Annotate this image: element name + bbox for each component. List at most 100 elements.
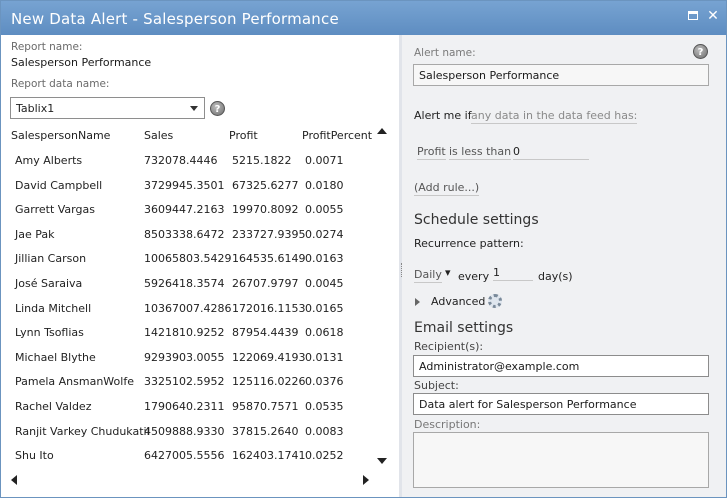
maximize-icon xyxy=(688,11,698,20)
vertical-scrollbar[interactable] xyxy=(377,128,389,473)
table-cell: 0.0083 xyxy=(305,424,344,438)
subject-label: Subject: xyxy=(414,379,459,392)
table-cell: 0.0165 xyxy=(305,301,344,315)
alert-condition-link[interactable]: any data in the data feed has: xyxy=(471,109,638,124)
report-data-panel: Report name: Salesperson Performance Rep… xyxy=(1,35,399,497)
table-row[interactable]: David Campbell 3729945.3501 67325.6277 0.01… xyxy=(1,174,376,198)
rule-value-field[interactable]: 0 xyxy=(513,145,589,160)
advanced-toggle[interactable]: Advanced xyxy=(431,295,485,308)
table-cell: 1790640.2311 xyxy=(144,400,225,413)
horizontal-scrollbar[interactable] xyxy=(11,475,371,485)
table-cell: Garrett Vargas xyxy=(15,203,95,217)
table-row[interactable]: Michael Blythe 9293903.0055 122069.4193 0.0… xyxy=(1,346,376,370)
table-row[interactable]: Garrett Vargas 3609447.2163 19970.8092 0.00… xyxy=(1,198,376,222)
recurrence-unit-chevron-icon[interactable]: ▾ xyxy=(445,266,451,279)
alert-name-label: Alert name: xyxy=(414,47,476,59)
rule-operator-link[interactable]: is less than xyxy=(449,145,512,160)
table-cell: 0.0055 xyxy=(305,203,344,217)
scroll-down-icon[interactable] xyxy=(377,458,387,464)
add-rule-link[interactable]: (Add rule...) xyxy=(414,181,480,196)
table-cell: 3729945.3501 xyxy=(144,178,225,192)
table-cell: 172016.1153 xyxy=(232,301,306,315)
table-cell: 19970.8092 xyxy=(232,203,299,217)
table-cell: 10065803.5429 xyxy=(144,252,232,266)
table-row[interactable]: Ranjit Varkey Chudukatil 4509888.9330 3781… xyxy=(1,420,376,444)
table-row[interactable]: Shu Ito 6427005.5556 162403.1741 0.0252 xyxy=(1,444,376,468)
report-data-select[interactable]: Tablix1 xyxy=(10,97,205,119)
table-cell: 0.0376 xyxy=(305,375,344,389)
table-cell: Lynn Tsoflias xyxy=(15,326,84,340)
table-cell: 87954.4439 xyxy=(232,326,299,340)
table-row[interactable]: Lynn Tsoflias 1421810.9252 87954.4439 0.061… xyxy=(1,321,376,345)
table-cell: 6427005.5556 xyxy=(144,449,225,463)
table-cell: 10367007.4286 xyxy=(144,301,232,315)
report-data-name-label: Report data name: xyxy=(11,78,110,90)
table-row[interactable]: Jae Pak 8503338.6472 233727.9395 0.0274 xyxy=(1,223,376,247)
table-cell: 164535.6149 xyxy=(232,252,306,266)
table-cell: Pamela AnsmanWolfe xyxy=(15,375,134,389)
table-cell: 0.0535 xyxy=(305,400,344,413)
gear-icon[interactable] xyxy=(488,294,502,308)
table-cell: 4509888.9330 xyxy=(144,424,225,438)
table-cell: 8503338.6472 xyxy=(144,227,225,241)
email-settings-heading: Email settings xyxy=(414,320,514,336)
expand-arrow-icon[interactable] xyxy=(415,298,420,306)
rule-field-link[interactable]: Profit xyxy=(417,145,446,160)
scroll-left-icon[interactable] xyxy=(11,475,17,485)
column-header[interactable]: SalespersonName xyxy=(11,129,110,142)
column-header[interactable]: ProfitPercent xyxy=(302,129,372,142)
scroll-up-icon[interactable] xyxy=(377,128,387,134)
help-icon[interactable]: ? xyxy=(693,44,708,59)
chevron-down-icon xyxy=(190,106,198,111)
table-row[interactable]: Linda Mitchell 10367007.4286 172016.1153 0.… xyxy=(1,297,376,321)
report-name-label: Report name: xyxy=(11,41,83,53)
recipients-field[interactable]: Administrator@example.com xyxy=(413,355,709,377)
table-row[interactable]: Rachel Valdez 1790640.2311 95870.7571 0.053… xyxy=(1,395,376,419)
title-bar[interactable]: New Data Alert - Salesperson Performance… xyxy=(1,1,726,35)
table-cell: 122069.4193 xyxy=(232,350,306,364)
table-cell: 0.0045 xyxy=(305,277,344,290)
table-cell: 9293903.0055 xyxy=(144,350,225,364)
maximize-button[interactable] xyxy=(684,7,702,25)
table-row[interactable]: Pamela AnsmanWolfe 3325102.5952 125116.022… xyxy=(1,370,376,394)
data-alert-dialog: New Data Alert - Salesperson Performance… xyxy=(0,0,727,498)
recipients-label: Recipient(s): xyxy=(414,340,484,353)
alert-definition-panel: Alert name: ? Salesperson Performance Al… xyxy=(402,35,726,497)
every-value-field[interactable]: 1 xyxy=(493,266,533,281)
table-cell: David Campbell xyxy=(15,178,103,192)
table-cell: 0.0071 xyxy=(305,154,344,167)
alert-name-field[interactable]: Salesperson Performance xyxy=(413,64,709,86)
table-cell: Ranjit Varkey Chudukatil xyxy=(15,424,150,438)
report-data-selected-value: Tablix1 xyxy=(16,102,55,115)
table-cell: 3609447.2163 xyxy=(144,203,225,217)
table-cell: Shu Ito xyxy=(15,449,54,463)
column-header[interactable]: Sales xyxy=(144,129,173,142)
every-label: every xyxy=(458,270,490,283)
report-name-value: Salesperson Performance xyxy=(11,56,152,69)
table-cell: 1421810.9252 xyxy=(144,326,225,340)
close-icon: ✕ xyxy=(707,8,719,24)
column-header[interactable]: Profit xyxy=(229,129,258,142)
help-icon[interactable]: ? xyxy=(210,101,225,116)
table-cell: Amy Alberts xyxy=(15,154,83,167)
table-row[interactable]: José Saraiva 5926418.3574 26707.9797 0.0045 xyxy=(1,272,376,296)
description-field[interactable] xyxy=(413,432,709,488)
table-cell: Rachel Valdez xyxy=(15,400,92,413)
table-cell: José Saraiva xyxy=(15,277,83,290)
table-cell: 3325102.5952 xyxy=(144,375,225,389)
scroll-right-icon[interactable] xyxy=(363,475,369,485)
table-cell: 0.0274 xyxy=(305,227,344,241)
close-button[interactable]: ✕ xyxy=(704,7,722,25)
table-cell: 0.0618 xyxy=(305,326,344,340)
subject-field[interactable]: Data alert for Salesperson Performance xyxy=(413,393,709,415)
table-row[interactable]: Amy Alberts 732078.4446 5215.1822 0.0071 xyxy=(1,149,376,173)
data-grid-body: Amy Alberts 732078.4446 5215.1822 0.0071 Dav… xyxy=(1,149,376,475)
table-cell: 125116.0226 xyxy=(232,375,306,389)
recurrence-pattern-label: Recurrence pattern: xyxy=(414,237,524,250)
data-grid-header: SalespersonName Sales Profit ProfitPerce… xyxy=(1,126,399,148)
table-row[interactable]: Jillian Carson 10065803.5429 164535.6149 0.… xyxy=(1,247,376,271)
table-cell: Jillian Carson xyxy=(15,252,87,266)
description-label: Description: xyxy=(414,418,481,431)
schedule-settings-heading: Schedule settings xyxy=(414,212,539,228)
recurrence-unit-dropdown[interactable]: Daily xyxy=(414,268,442,283)
